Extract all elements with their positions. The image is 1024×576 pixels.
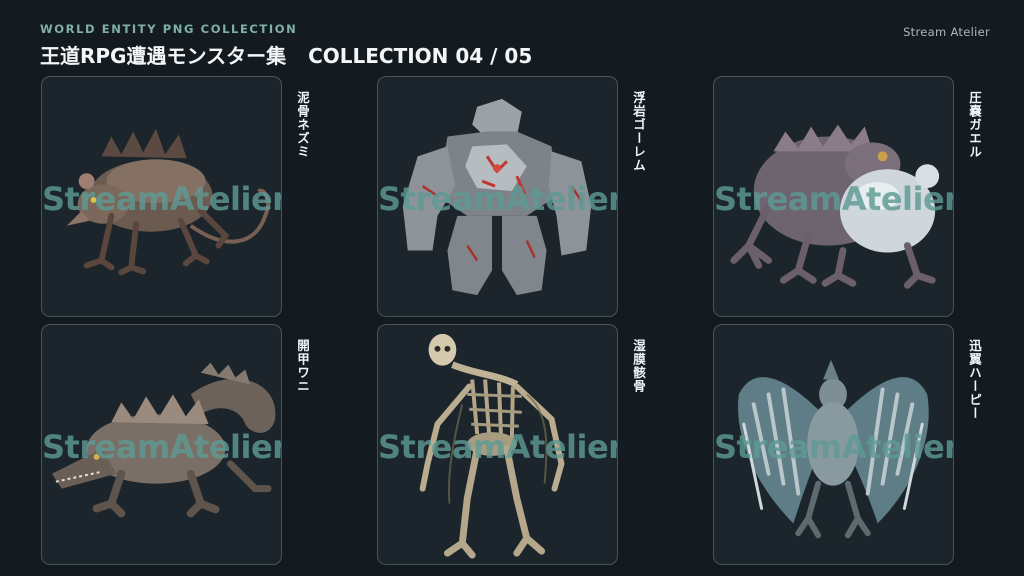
armored-crocodile-icon [51, 362, 276, 518]
monster-card-skeleton[interactable]: StreamAtelier [377, 324, 618, 565]
card-label-harpy: 迅翼ハーピー [967, 339, 982, 420]
card-label-golem: 浮岩ゴーレム [631, 91, 646, 172]
swift-harpy-icon [738, 359, 929, 539]
sac-frog-icon [730, 124, 940, 289]
monster-card-crocodile[interactable]: StreamAtelier [41, 324, 282, 565]
monster-card-frog[interactable]: StreamAtelier [713, 76, 954, 317]
monster-card-golem[interactable]: StreamAtelier [377, 76, 618, 317]
rat-monster-icon [66, 128, 270, 276]
rock-golem-icon [402, 98, 592, 296]
card-label-frog: 圧嚢ガエル [967, 91, 982, 159]
monster-card-harpy[interactable]: StreamAtelier [713, 324, 954, 565]
brand-name: Stream Atelier [903, 25, 990, 39]
page-title: 王道RPG遭遇モンスター集 COLLECTION 04 / 05 [40, 40, 532, 69]
card-label-crocodile: 開甲ワニ [295, 339, 310, 393]
card-label-rat: 泥骨ネズミ [295, 91, 310, 159]
card-label-skeleton: 湿膜骸骨 [631, 339, 646, 393]
wet-skeleton-icon [419, 333, 565, 559]
monster-card-rat[interactable]: StreamAtelier [41, 76, 282, 317]
header-eyebrow: WORLD ENTITY PNG COLLECTION [40, 22, 298, 36]
title-main: 王道RPG遭遇モンスター集 [40, 44, 287, 68]
collection-counter: COLLECTION 04 / 05 [308, 44, 533, 68]
